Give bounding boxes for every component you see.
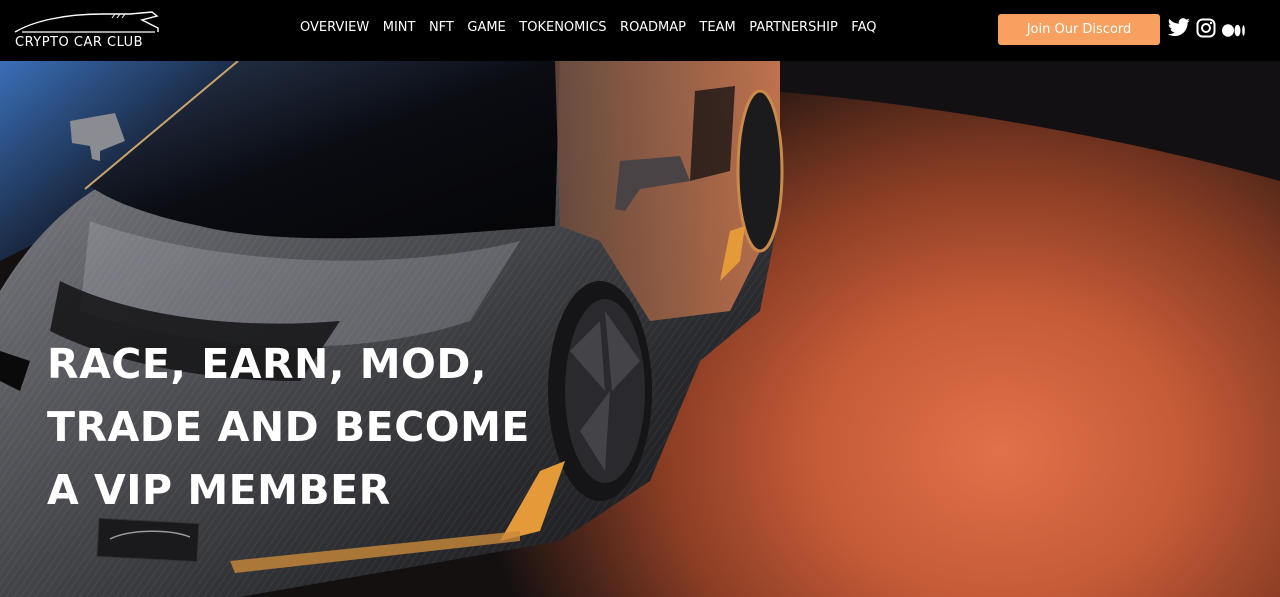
nav-item-tokenomics[interactable]: TOKENOMICS — [519, 20, 606, 35]
navbar: CRYPTO CAR CLUB OVERVIEW MINT NFT GAME T… — [0, 0, 1280, 61]
nav-item-overview[interactable]: OVERVIEW — [300, 20, 369, 35]
nav-item-game[interactable]: GAME — [467, 20, 505, 35]
join-discord-button[interactable]: Join Our Discord — [998, 14, 1160, 45]
brand-name: CRYPTO CAR CLUB — [15, 35, 144, 50]
main-nav: OVERVIEW MINT NFT GAME TOKENOMICS ROADMA… — [300, 20, 890, 35]
hero-headline: RACE, EARN, MOD, TRADE AND BECOME A VIP … — [47, 333, 530, 522]
brand-logo[interactable]: CRYPTO CAR CLUB — [12, 8, 162, 52]
hero-headline-line-2: TRADE AND BECOME — [47, 403, 530, 451]
twitter-icon[interactable] — [1167, 18, 1191, 42]
hero-headline-line-1: RACE, EARN, MOD, — [47, 340, 487, 388]
hero-section: RACE, EARN, MOD, TRADE AND BECOME A VIP … — [0, 61, 1280, 597]
nav-item-faq[interactable]: FAQ — [851, 20, 876, 35]
nav-item-team[interactable]: TEAM — [699, 20, 735, 35]
hero-headline-line-3: A VIP MEMBER — [47, 466, 391, 514]
medium-icon[interactable] — [1222, 22, 1246, 41]
car-silhouette-icon — [14, 11, 159, 33]
nav-item-roadmap[interactable]: ROADMAP — [620, 20, 686, 35]
nav-item-partnership[interactable]: PARTNERSHIP — [749, 20, 838, 35]
instagram-icon[interactable] — [1196, 18, 1216, 42]
nav-item-nft[interactable]: NFT — [429, 20, 454, 35]
nav-item-mint[interactable]: MINT — [383, 20, 416, 35]
